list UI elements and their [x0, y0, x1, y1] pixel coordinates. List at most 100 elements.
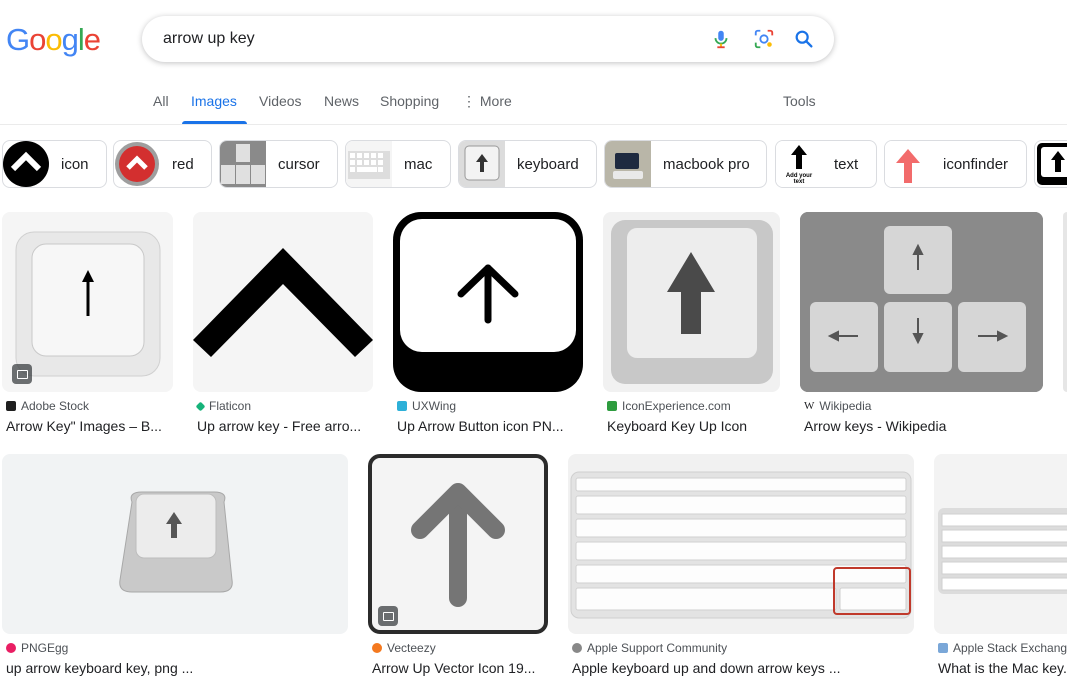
result-image[interactable] [2, 212, 173, 392]
chip-thumb: Add your text [776, 141, 822, 187]
result-title[interactable]: Up Arrow Button icon PN... [397, 418, 583, 434]
chip-thumb [885, 141, 931, 187]
chip-thumb-text: Add your text [785, 173, 813, 185]
red-up-arrow-thumb-icon [896, 149, 920, 183]
stackexchange-favicon [938, 643, 948, 653]
tab-videos[interactable]: Videos [259, 93, 302, 109]
chip-mac[interactable]: mac [345, 140, 451, 188]
search-icon[interactable] [793, 28, 815, 50]
adobe-stock-favicon [6, 401, 16, 411]
tab-images[interactable]: Images [191, 93, 237, 109]
search-input[interactable]: arrow up key [163, 30, 255, 48]
wikipedia-favicon: W [804, 400, 815, 412]
key-up-thumb-icon [459, 141, 505, 187]
result-image[interactable] [368, 454, 548, 634]
result-card[interactable]: PNGEgg up arrow keyboard key, png ... [2, 454, 348, 679]
chip-icon[interactable]: icon [2, 140, 107, 188]
apple-favicon [572, 643, 582, 653]
result-title[interactable]: Arrow Key" Images – B... [6, 418, 174, 434]
search-tabs: All Images Videos News Shopping ⋮ More T… [0, 84, 1067, 125]
result-card[interactable]: Apple Stack Exchange What is the Mac key… [934, 454, 1067, 679]
result-image[interactable] [934, 454, 1067, 634]
tab-more-label: More [479, 93, 512, 109]
chip-thumb [3, 141, 49, 187]
search-box[interactable]: arrow up key [142, 16, 834, 62]
result-image[interactable] [193, 212, 373, 392]
chip-iconfinder[interactable]: iconfinder [884, 140, 1027, 188]
keyboard-key-up-icon [611, 220, 773, 384]
tab-news[interactable]: News [324, 93, 359, 109]
result-source-label: Apple Stack Exchange [953, 641, 1067, 655]
image-badge-icon [378, 606, 398, 626]
result-title[interactable]: What is the Mac key... [938, 660, 1067, 676]
result-title[interactable]: Arrow Up Vector Icon 19... [372, 660, 548, 676]
mac-keyboard-icon [938, 508, 1067, 594]
tools-button[interactable]: Tools [783, 93, 816, 109]
result-title[interactable]: up arrow keyboard key, png ... [6, 660, 348, 676]
chip-thumb [1035, 141, 1067, 187]
filter-chips: icon red cursor mac keyboard macbook pro [0, 140, 1067, 188]
result-source: Apple Support Community [572, 641, 727, 655]
tab-all[interactable]: All [153, 93, 169, 109]
apple-keyboard-icon [570, 471, 912, 619]
result-card[interactable]: Adobe Stock Arrow Key" Images – B... [2, 212, 174, 437]
chip-cursor[interactable]: cursor [219, 140, 338, 188]
result-image[interactable] [603, 212, 780, 392]
flaticon-favicon [195, 401, 206, 411]
chip-text[interactable]: Add your text text [775, 140, 877, 188]
image-badge-icon [12, 364, 32, 384]
chip-label: icon [61, 156, 89, 173]
result-card[interactable]: Vecteezy Arrow Up Vector Icon 19... [368, 454, 548, 679]
microphone-icon[interactable] [710, 28, 732, 50]
result-image[interactable] [393, 212, 583, 392]
result-card[interactable]: IconExperience.com Keyboard Key Up Icon [603, 212, 780, 437]
result-title[interactable]: Arrow keys - Wikipedia [804, 418, 1043, 434]
result-source: Apple Stack Exchange [938, 641, 1067, 655]
result-source-label: Wikipedia [819, 399, 872, 413]
result-title[interactable]: Keyboard Key Up Icon [607, 418, 780, 434]
result-source: UXWing [397, 399, 456, 413]
result-source-label: UXWing [412, 399, 457, 413]
chip-thumb [220, 141, 266, 187]
result-image[interactable] [800, 212, 1043, 392]
more-dots-icon: ⋮ [462, 93, 480, 109]
chip-macbook-pro[interactable]: macbook pro [604, 140, 767, 188]
result-card[interactable]: Flaticon Up arrow key - Free arro... [193, 212, 373, 437]
keyboard-thumb-icon [346, 141, 392, 187]
result-source-label: Adobe Stock [21, 399, 90, 413]
black-circle-up-icon [3, 141, 49, 187]
result-source-label: PNGEgg [21, 641, 69, 655]
active-tab-indicator [182, 121, 247, 124]
chip-more[interactable] [1034, 140, 1067, 188]
result-image[interactable] [2, 454, 348, 634]
arrow-keys-thumb-icon [220, 141, 266, 187]
pngegg-favicon [6, 643, 16, 653]
chip-thumb [459, 141, 505, 187]
uxwing-favicon [397, 401, 407, 411]
camera-lens-icon[interactable] [753, 28, 775, 50]
arrow-with-text-thumb-icon [791, 145, 807, 169]
result-card[interactable]: W Wikipedia Arrow keys - Wikipedia [800, 212, 1043, 437]
chip-keyboard[interactable]: keyboard [458, 140, 597, 188]
result-card[interactable]: Apple Support Community Apple keyboard u… [568, 454, 914, 679]
arrow-keys-photo-icon [800, 212, 1043, 392]
google-logo[interactable]: Google [6, 22, 101, 58]
black-key-up-thumb-icon [1037, 143, 1067, 185]
result-source-label: Vecteezy [387, 641, 436, 655]
chip-label: red [172, 156, 194, 173]
chip-label: macbook pro [663, 156, 750, 173]
result-image[interactable] [568, 454, 914, 634]
result-title[interactable]: Up arrow key - Free arro... [197, 418, 373, 434]
result-card-partial[interactable] [1063, 212, 1067, 392]
chip-thumb [346, 141, 392, 187]
result-image[interactable] [1063, 212, 1067, 392]
result-source: Vecteezy [372, 641, 436, 655]
tab-more[interactable]: ⋮ More [462, 93, 512, 110]
silver-keycap-up-icon [119, 491, 233, 593]
tab-shopping[interactable]: Shopping [380, 93, 439, 109]
result-source: IconExperience.com [607, 399, 731, 413]
result-card[interactable]: UXWing Up Arrow Button icon PN... [393, 212, 583, 437]
chip-red[interactable]: red [113, 140, 212, 188]
result-title[interactable]: Apple keyboard up and down arrow keys ..… [572, 660, 914, 676]
macbook-thumb-icon [605, 141, 651, 187]
